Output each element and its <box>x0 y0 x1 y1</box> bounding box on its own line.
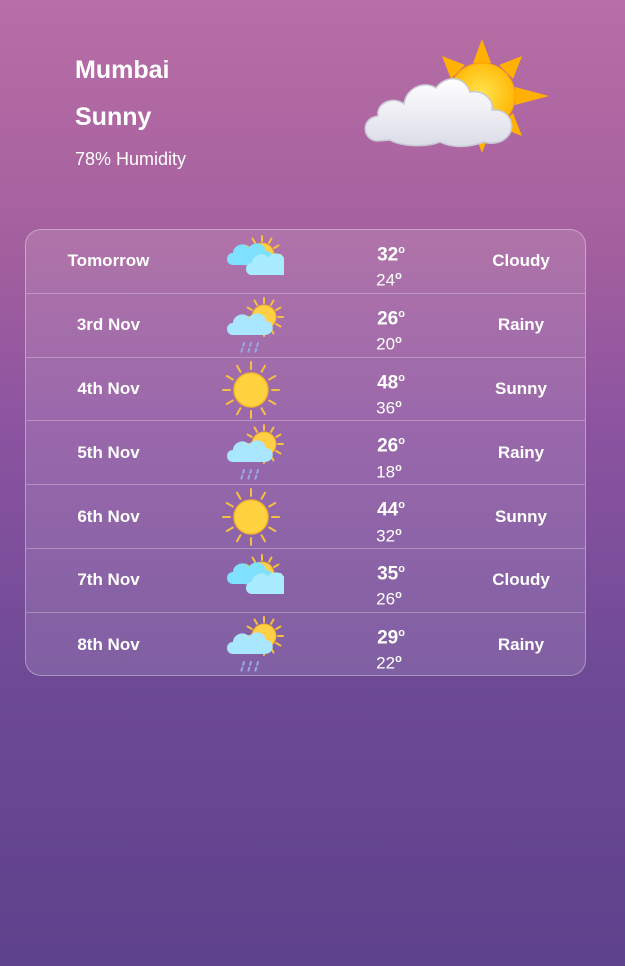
city-name: Mumbai <box>75 56 170 84</box>
forecast-day: 7th Nov <box>77 570 140 590</box>
forecast-low: 36o <box>376 397 402 418</box>
forecast-temps: 48o 36o <box>371 367 411 419</box>
forecast-day: 5th Nov <box>77 442 140 462</box>
forecast-day: 3rd Nov <box>76 315 141 335</box>
forecast-high: 26o <box>377 307 405 330</box>
forecast-temps: 44o 32o <box>371 494 411 546</box>
forecast-low: 18o <box>376 461 402 482</box>
sun-cloud-rain-icon <box>227 424 284 482</box>
sun-cloud-icon <box>227 235 284 275</box>
forecast-row: 7th Nov 35o 26o Cloudy <box>26 549 585 613</box>
humidity-text: 78% Humidity <box>75 149 187 169</box>
forecast-condition: Sunny <box>495 506 547 526</box>
sun-icon <box>222 488 280 547</box>
sun-cloud-icon <box>227 553 284 594</box>
forecast-high: 35o <box>377 562 405 585</box>
forecast-low: 24o <box>376 270 402 290</box>
forecast-row: 8th Nov 29o 22o Rainy <box>26 613 585 675</box>
forecast-day: 4th Nov <box>77 378 140 398</box>
forecast-row: 4th Nov 48o 36o Sunny <box>26 358 585 422</box>
forecast-row: 3rd Nov 26o 20o Rainy <box>26 294 585 358</box>
forecast-condition: Cloudy <box>492 570 550 590</box>
forecast-high: 48o <box>377 371 405 393</box>
forecast-table: Tomorrow 32o 24o Cloudy 3rd Nov 26o 20o … <box>25 229 586 676</box>
sun-behind-cloud-icon <box>364 39 549 153</box>
forecast-row: 5th Nov 26o 18o Rainy <box>26 421 585 486</box>
current-weather: Mumbai Sunny 78% Humidity <box>75 52 186 170</box>
sun-cloud-rain-icon <box>227 296 284 354</box>
forecast-low: 26o <box>376 589 402 609</box>
current-condition: Sunny <box>75 103 152 131</box>
forecast-high: 26o <box>377 435 405 457</box>
sun-icon <box>222 360 280 419</box>
forecast-day: 8th Nov <box>77 634 140 654</box>
forecast-high: 44o <box>377 499 405 521</box>
sun-cloud-rain-icon <box>227 615 284 673</box>
forecast-condition: Sunny <box>495 378 547 398</box>
forecast-condition: Rainy <box>497 315 545 335</box>
forecast-temps: 26o 18o <box>371 430 411 482</box>
forecast-low: 22o <box>376 653 402 673</box>
forecast-low: 32o <box>376 525 402 546</box>
forecast-high: 32o <box>377 244 405 266</box>
forecast-day: 6th Nov <box>77 506 140 526</box>
forecast-temps: 35o 26o <box>371 558 411 610</box>
forecast-temps: 32o 24o <box>371 239 411 291</box>
forecast-row: 6th Nov 44o 32o Sunny <box>26 485 585 549</box>
forecast-condition: Rainy <box>497 442 545 462</box>
forecast-temps: 29o 22o <box>371 622 411 674</box>
forecast-day: Tomorrow <box>67 251 150 271</box>
forecast-condition: Rainy <box>497 634 545 654</box>
forecast-temps: 26o 20o <box>371 303 411 355</box>
forecast-low: 20o <box>376 334 402 354</box>
forecast-condition: Cloudy <box>492 251 550 271</box>
forecast-row: Tomorrow 32o 24o Cloudy <box>26 230 585 294</box>
forecast-high: 29o <box>377 626 405 649</box>
